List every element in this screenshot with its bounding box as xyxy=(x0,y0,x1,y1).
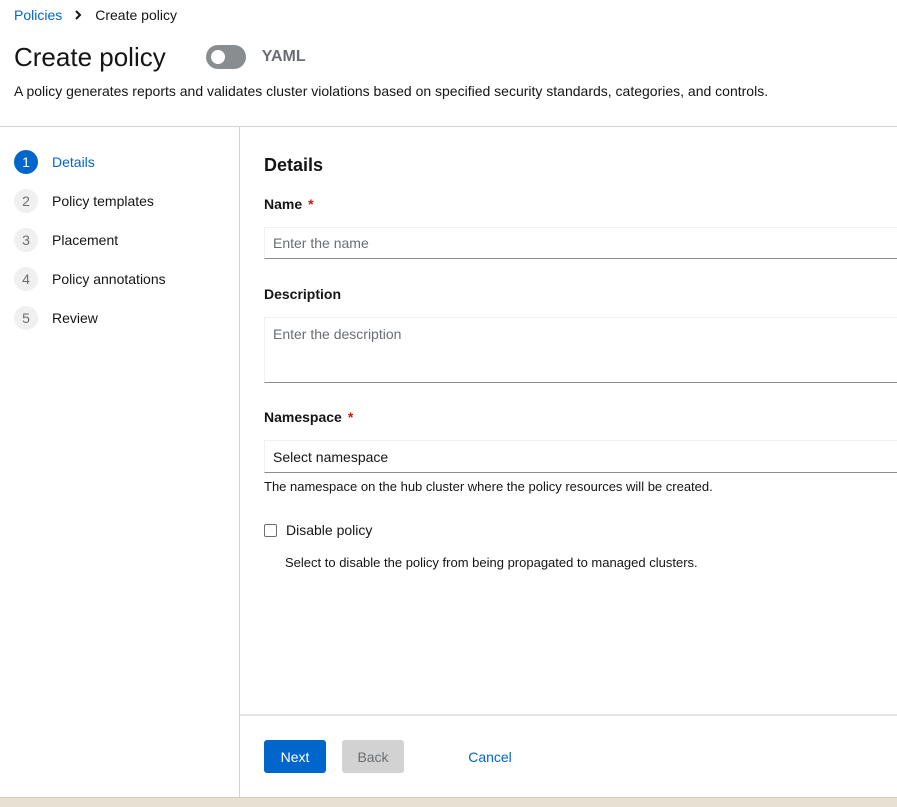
yaml-toggle-label: YAML xyxy=(261,48,306,65)
namespace-select[interactable]: Select namespace xyxy=(264,440,897,473)
wizard-step-policy-annotations[interactable]: 4 Policy annotations xyxy=(14,267,166,291)
breadcrumb-current: Create policy xyxy=(95,7,177,23)
wizard-step-details[interactable]: 1 Details xyxy=(14,150,95,174)
breadcrumb-link-policies[interactable]: Policies xyxy=(14,7,62,23)
wizard-step-placement[interactable]: 3 Placement xyxy=(14,228,118,252)
required-asterisk: * xyxy=(308,196,314,212)
description-label: Description xyxy=(264,286,342,302)
namespace-select-value: Select namespace xyxy=(273,448,389,465)
name-label: Name * xyxy=(264,196,314,212)
namespace-helper-text: The namespace on the hub cluster where t… xyxy=(264,479,713,494)
step-number: 1 xyxy=(14,150,38,174)
step-number: 3 xyxy=(14,228,38,252)
disable-policy-helper-text: Select to disable the policy from being … xyxy=(285,555,698,570)
step-number: 5 xyxy=(14,306,38,330)
required-asterisk: * xyxy=(347,409,354,425)
breadcrumb: Policies Create policy xyxy=(14,7,177,23)
cancel-button[interactable]: Cancel xyxy=(464,740,516,773)
step-label: Placement xyxy=(52,232,119,248)
wizard-nav: 1 Details 2 Policy templates 3 Placement… xyxy=(0,127,239,797)
step-number: 4 xyxy=(14,267,38,291)
wizard-main: Details Name * Enter the name Description… xyxy=(240,127,897,715)
page-header: Policies Create policy Create policy YAM… xyxy=(0,0,897,126)
section-title: Details xyxy=(264,155,324,175)
wizard-step-review[interactable]: 5 Review xyxy=(14,306,98,330)
disable-policy-label[interactable]: Disable policy xyxy=(286,522,372,538)
disable-policy-checkbox[interactable] xyxy=(264,523,277,537)
step-label: Details xyxy=(52,154,95,170)
yaml-toggle[interactable] xyxy=(205,45,246,69)
name-input[interactable]: Enter the name xyxy=(264,227,897,259)
page-description: A policy generates reports and validates… xyxy=(14,83,769,99)
yaml-toggle-knob xyxy=(210,50,225,64)
description-placeholder: Enter the description xyxy=(273,326,402,342)
next-button[interactable]: Next xyxy=(264,740,326,773)
description-textarea[interactable]: Enter the description xyxy=(264,317,897,383)
step-number: 2 xyxy=(14,189,38,213)
name-label-text: Name xyxy=(264,196,303,212)
wizard-step-policy-templates[interactable]: 2 Policy templates xyxy=(14,189,154,213)
name-placeholder: Enter the name xyxy=(273,235,369,251)
chevron-right-icon xyxy=(75,10,82,20)
step-label: Review xyxy=(52,310,98,326)
back-button[interactable]: Back xyxy=(342,740,404,773)
page-title: Create policy xyxy=(14,42,166,72)
title-row: Create policy YAML xyxy=(14,42,306,72)
namespace-label: Namespace * xyxy=(264,409,353,425)
wizard-footer: Next Back Cancel xyxy=(240,716,897,797)
step-label: Policy templates xyxy=(52,193,154,209)
disable-policy-row: Disable policy xyxy=(264,522,372,538)
namespace-label-text: Namespace xyxy=(264,409,342,425)
step-label: Policy annotations xyxy=(52,271,166,287)
